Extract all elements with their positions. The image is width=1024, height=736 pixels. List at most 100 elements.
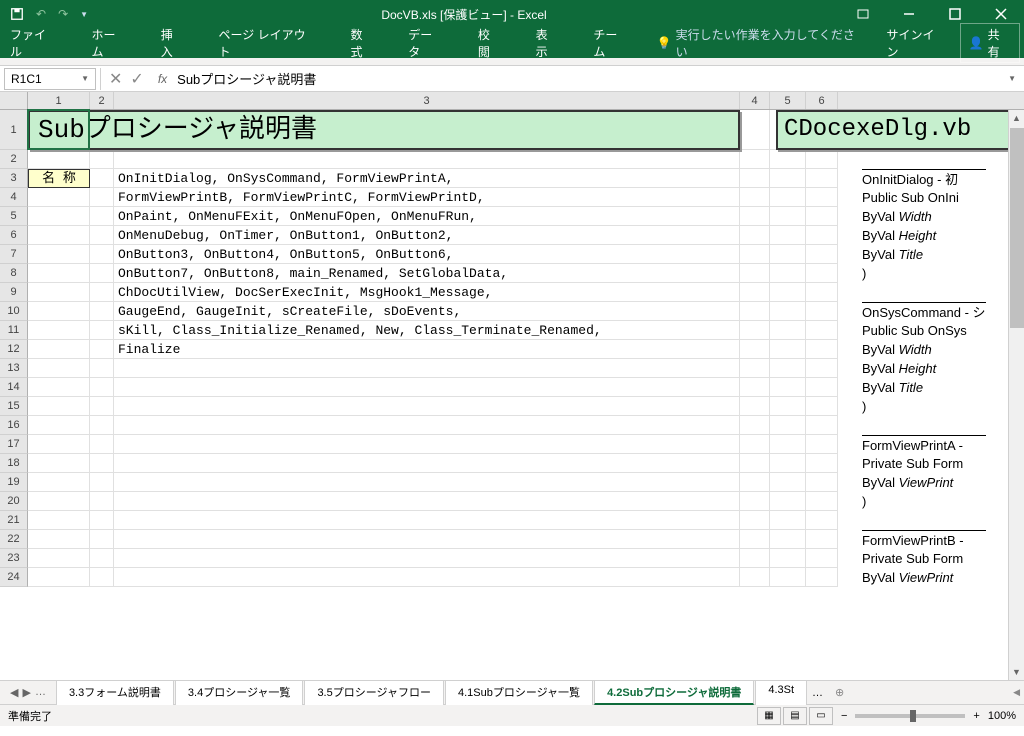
cell[interactable] (90, 397, 114, 416)
cell[interactable] (806, 492, 838, 511)
cell[interactable] (90, 473, 114, 492)
row-header[interactable]: 9 (0, 283, 28, 302)
code-line[interactable]: ) (862, 264, 986, 283)
col-header[interactable]: 5 (770, 92, 806, 109)
cell[interactable] (740, 226, 770, 245)
signin-button[interactable]: サインイン (887, 26, 946, 60)
cell[interactable] (90, 454, 114, 473)
cell[interactable]: OnInitDialog, OnSysCommand, FormViewPrin… (114, 169, 740, 188)
cell[interactable] (90, 359, 114, 378)
cell[interactable] (770, 530, 806, 549)
row-header[interactable]: 6 (0, 226, 28, 245)
cell[interactable] (770, 321, 806, 340)
cell[interactable] (28, 207, 90, 226)
cell[interactable] (90, 492, 114, 511)
cell[interactable] (740, 530, 770, 549)
code-line[interactable]: ByVal ViewPrint (862, 473, 986, 492)
cell[interactable] (806, 435, 838, 454)
row-header[interactable]: 11 (0, 321, 28, 340)
cell[interactable] (740, 568, 770, 587)
cell[interactable] (806, 397, 838, 416)
cell[interactable] (90, 264, 114, 283)
cell[interactable] (114, 397, 740, 416)
tab-layout[interactable]: ページ レイアウト (212, 26, 322, 60)
cell[interactable] (740, 473, 770, 492)
cell[interactable] (806, 530, 838, 549)
cell[interactable] (740, 378, 770, 397)
cell[interactable] (770, 283, 806, 302)
qat-dropdown-icon[interactable]: ▼ (80, 10, 88, 19)
code-line[interactable]: Public Sub OnIni (862, 188, 986, 207)
cell[interactable] (28, 321, 90, 340)
cell[interactable] (770, 511, 806, 530)
cell[interactable] (770, 454, 806, 473)
cell[interactable] (770, 549, 806, 568)
cell[interactable] (740, 302, 770, 321)
ribbon-display-icon[interactable] (840, 0, 886, 28)
col-header[interactable]: 2 (90, 92, 114, 109)
cell[interactable] (740, 492, 770, 511)
row-header[interactable]: 14 (0, 378, 28, 397)
name-box[interactable]: R1C1 ▼ (4, 68, 96, 90)
file-title-cell[interactable]: CDocexeDlg.vb (776, 110, 1024, 150)
cell[interactable] (770, 264, 806, 283)
cell[interactable] (806, 264, 838, 283)
cell[interactable] (90, 302, 114, 321)
name-label-cell[interactable]: 名 称 (28, 169, 90, 188)
cell[interactable] (28, 150, 90, 169)
chevron-down-icon[interactable]: ▼ (81, 74, 89, 83)
cell[interactable] (806, 473, 838, 492)
cell[interactable] (806, 511, 838, 530)
cell[interactable] (28, 302, 90, 321)
cell[interactable] (28, 188, 90, 207)
tab-file[interactable]: ファイル (4, 26, 63, 60)
cell[interactable] (114, 492, 740, 511)
cell[interactable]: OnMenuDebug, OnTimer, OnButton1, OnButto… (114, 226, 740, 245)
redo-icon[interactable]: ↷ (58, 7, 68, 21)
cell[interactable] (770, 416, 806, 435)
cell[interactable] (28, 530, 90, 549)
row-header[interactable]: 19 (0, 473, 28, 492)
code-line[interactable]: ByVal Title (862, 378, 986, 397)
undo-icon[interactable]: ↶ (36, 7, 46, 21)
tab-nav-prev-icon[interactable]: ◀ (10, 686, 18, 699)
cell[interactable] (114, 359, 740, 378)
cell[interactable] (806, 549, 838, 568)
cell[interactable] (114, 378, 740, 397)
cell[interactable]: ChDocUtilView, DocSerExecInit, MsgHook1_… (114, 283, 740, 302)
cell[interactable] (770, 568, 806, 587)
cell[interactable] (28, 435, 90, 454)
row-header[interactable]: 18 (0, 454, 28, 473)
cell[interactable] (806, 150, 838, 169)
cell[interactable] (770, 226, 806, 245)
code-line[interactable]: Private Sub Form (862, 549, 986, 568)
cell[interactable] (114, 568, 740, 587)
code-line[interactable]: ByVal Width (862, 340, 986, 359)
row-header[interactable]: 21 (0, 511, 28, 530)
cell[interactable] (740, 110, 770, 150)
sheet-tab[interactable]: 3.5プロシージャフロー (304, 680, 444, 705)
row-header[interactable]: 1 (0, 110, 28, 150)
tab-formulas[interactable]: 数式 (345, 26, 381, 60)
cell[interactable] (740, 416, 770, 435)
row-header[interactable]: 10 (0, 302, 28, 321)
page-break-button[interactable]: ▭ (809, 707, 833, 725)
cell[interactable] (740, 283, 770, 302)
cell[interactable] (770, 150, 806, 169)
cell[interactable] (28, 511, 90, 530)
cell[interactable] (28, 340, 90, 359)
cell[interactable] (770, 378, 806, 397)
tab-nav-more-icon[interactable]: … (35, 686, 46, 699)
expand-formula-icon[interactable]: ▼ (1000, 74, 1024, 83)
code-line[interactable]: Private Sub Form (862, 454, 986, 473)
code-line[interactable]: FormViewPrintB - (862, 530, 986, 549)
row-header[interactable]: 3 (0, 169, 28, 188)
cell[interactable] (28, 568, 90, 587)
cell[interactable] (90, 188, 114, 207)
cell[interactable] (740, 169, 770, 188)
row-header[interactable]: 7 (0, 245, 28, 264)
sheet-tab[interactable]: 4.2Subプロシージャ説明書 (594, 680, 754, 705)
cell[interactable] (740, 397, 770, 416)
tab-truncated[interactable]: … (808, 687, 827, 699)
zoom-slider[interactable] (855, 714, 965, 718)
